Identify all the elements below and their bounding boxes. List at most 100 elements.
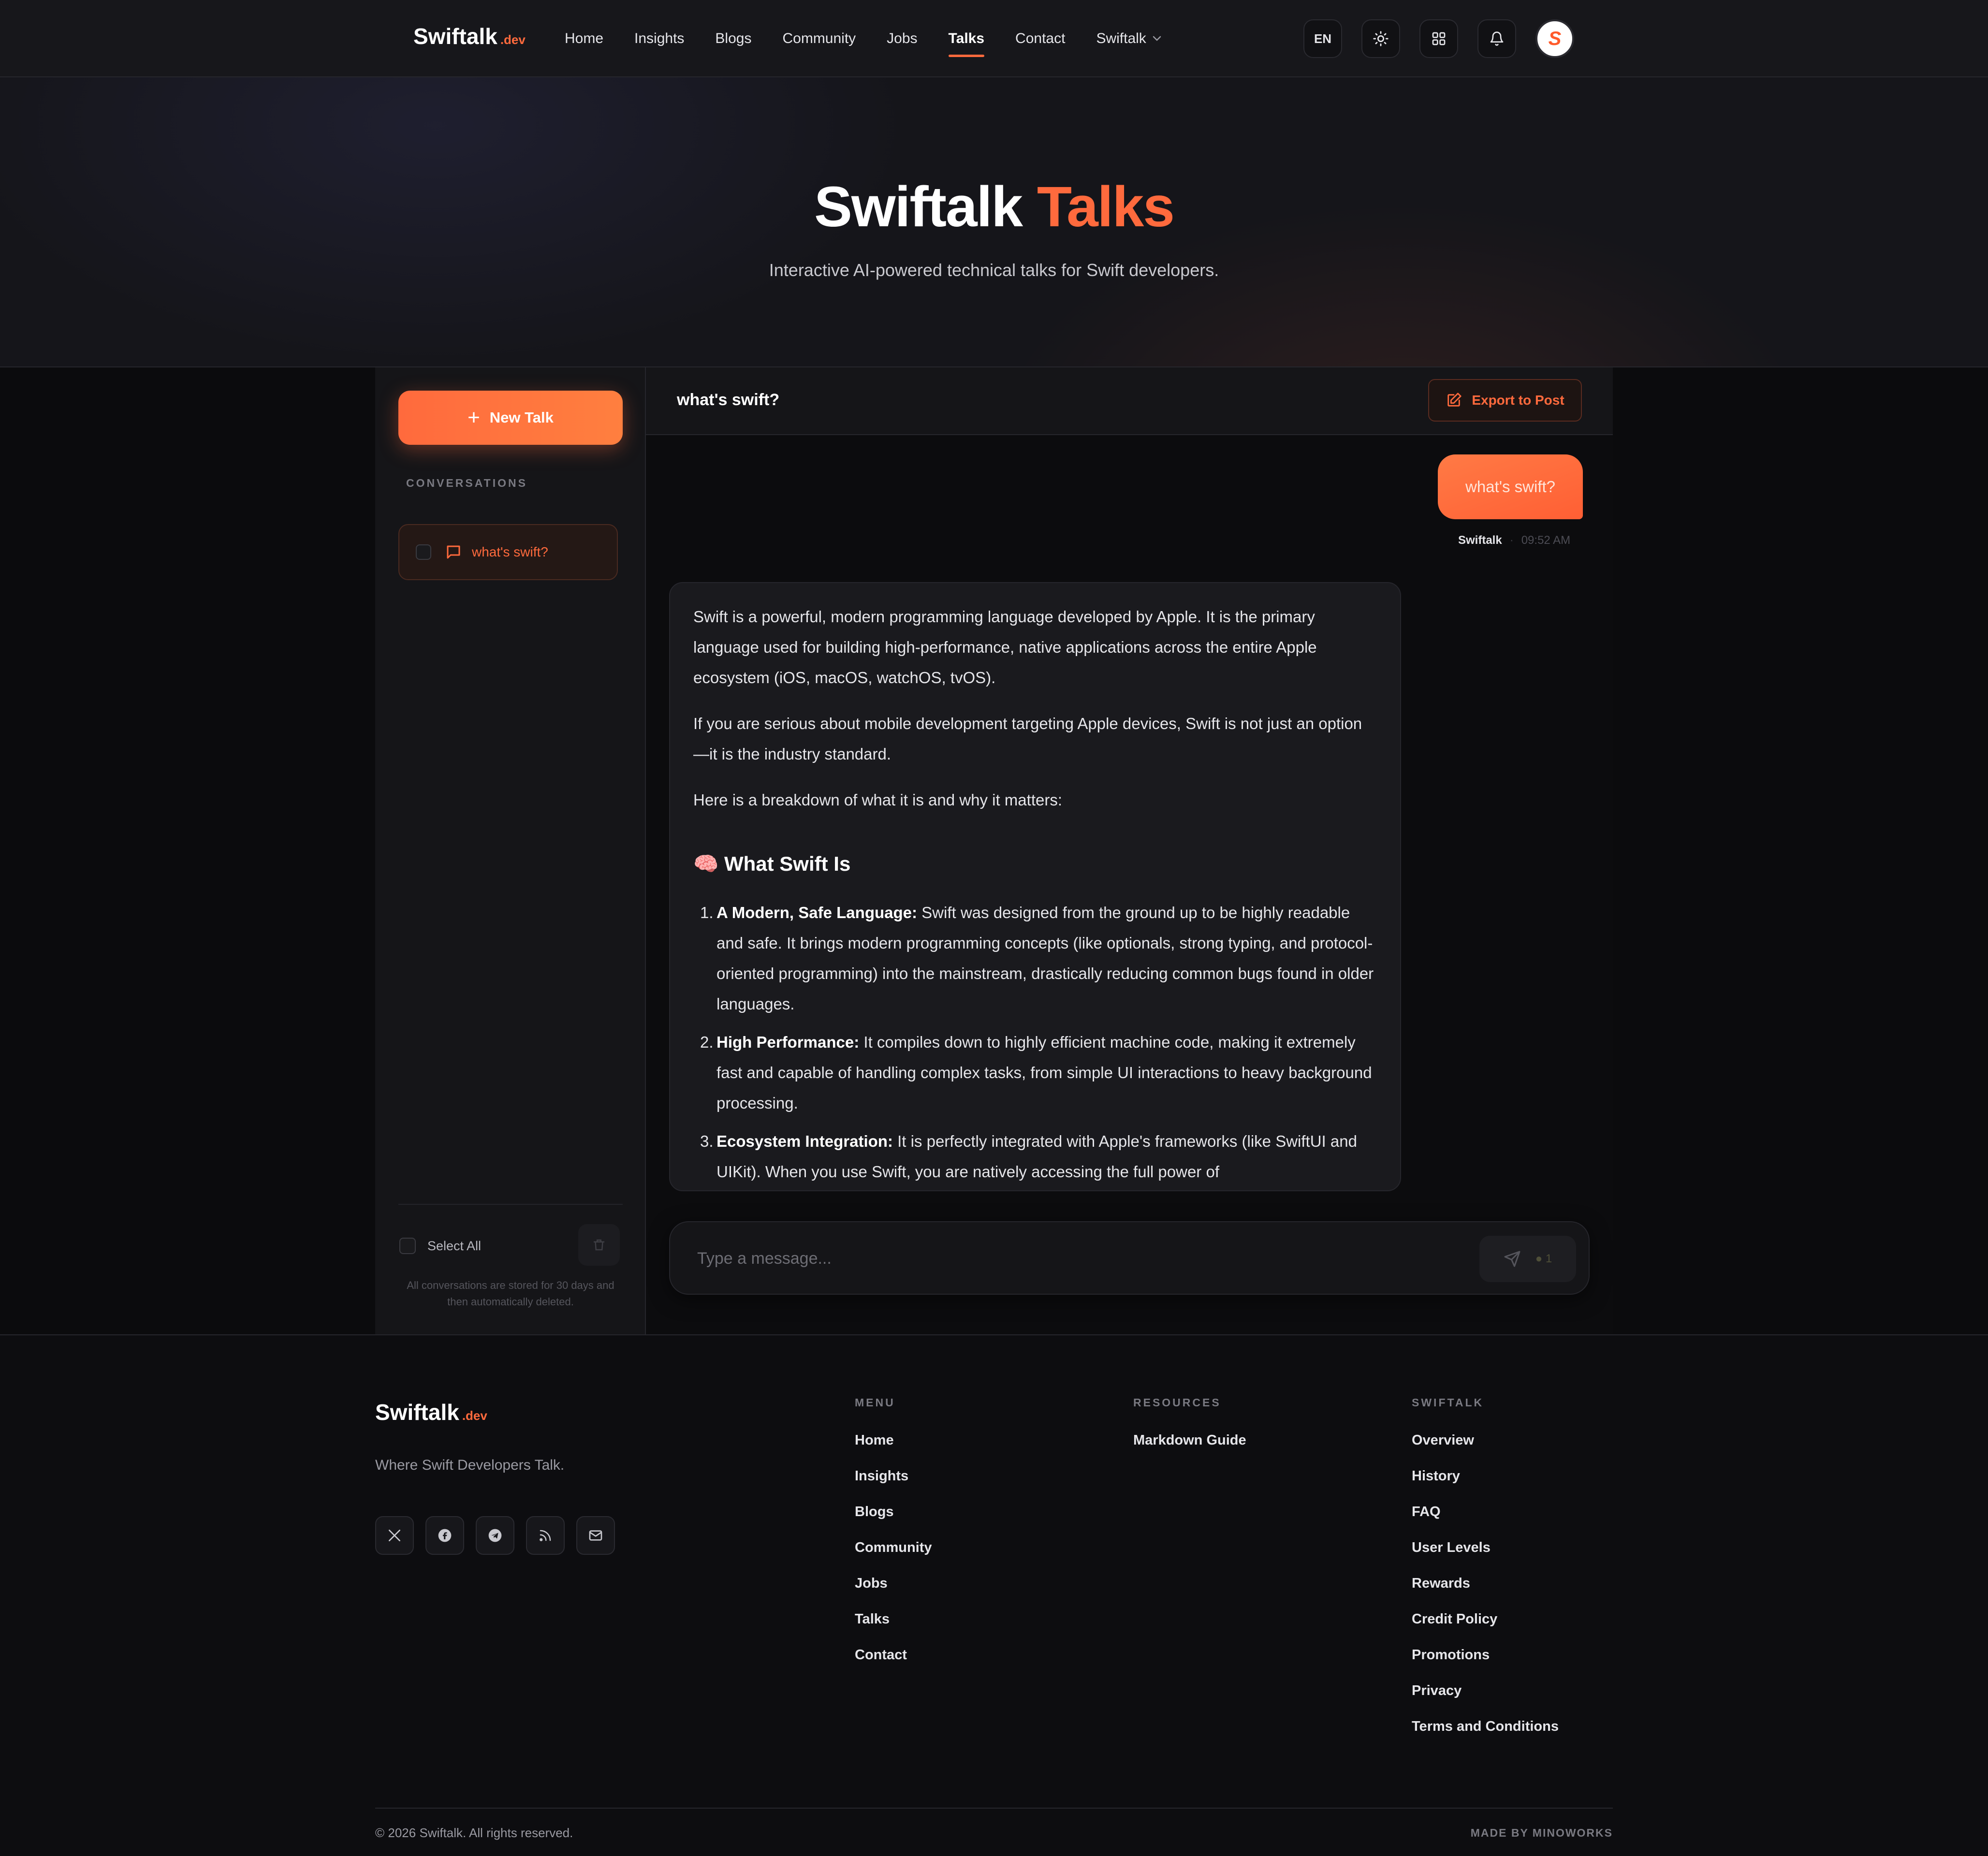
chat-bubble-icon [447,545,460,559]
footer-link-promotions[interactable]: Promotions [1412,1647,1559,1683]
list-item: 1. A Modern, Safe Language: Swift was de… [693,897,1377,1019]
nav-link-home[interactable]: Home [565,0,603,77]
made-by-credit[interactable]: MADE BY MINOWORKS [1450,1827,1613,1840]
notifications-button[interactable] [1477,19,1516,58]
list-item-number: 2. [700,1033,714,1051]
social-mail-button[interactable] [576,1516,615,1555]
nav-link-contact[interactable]: Contact [1015,0,1065,77]
nav-link-insights[interactable]: Insights [634,0,684,77]
footer-brand-logo[interactable]: Swiftalk .dev [375,1399,487,1425]
footer-link-terms[interactable]: Terms and Conditions [1412,1719,1559,1754]
nav-links: Home Insights Blogs Community Jobs Talks… [565,0,1193,77]
chat-header: what's swift? Export to Post [646,367,1613,435]
social-x-button[interactable] [375,1516,414,1555]
social-facebook-button[interactable] [425,1516,464,1555]
answer-heading: 🧠 What Swift Is [693,852,1377,876]
select-all-label: Select All [427,1238,482,1253]
list-item: 3. Ecosystem Integration: It is perfectl… [693,1126,1377,1187]
nav-dropdown-label: Swiftalk [1096,30,1146,46]
avatar-letter: S [1548,28,1562,49]
sun-icon [1373,31,1389,46]
message-input[interactable] [697,1242,1422,1274]
footer-link-markdown-guide[interactable]: Markdown Guide [1133,1432,1246,1468]
nav-link-jobs[interactable]: Jobs [887,0,917,77]
bell-icon [1490,31,1504,46]
footer-link-blogs[interactable]: Blogs [855,1504,932,1540]
rss-icon [540,1530,551,1541]
nav-link-community[interactable]: Community [782,0,856,77]
credit-cost: ● 1 [1535,1252,1552,1266]
chat-title: what's swift? [677,391,780,409]
hero-banner: Swiftalk Talks Interactive AI-powered te… [0,77,1988,367]
conversations-heading: CONVERSATIONS [406,477,527,489]
assistant-message-body: Swift is a powerful, modern programming … [670,583,1400,1187]
footer-link-home[interactable]: Home [855,1432,932,1468]
footer-link-user-levels[interactable]: User Levels [1412,1540,1559,1576]
answer-paragraph: Here is a breakdown of what it is and wh… [693,791,1062,809]
conversations-sidebar: + New Talk CONVERSATIONS what's swift? S… [375,367,646,1334]
footer-link-contact[interactable]: Contact [855,1647,932,1683]
telegram-icon [488,1529,502,1542]
footer-link-talks[interactable]: Talks [855,1611,932,1647]
footer-link-privacy[interactable]: Privacy [1412,1683,1559,1719]
footer-link-insights[interactable]: Insights [855,1468,932,1504]
message-author: Swiftalk [1458,534,1502,547]
brand-tld: .dev [500,32,526,47]
edit-icon [1447,393,1462,407]
retention-note: All conversations are stored for 30 days… [407,1279,614,1308]
page-title-main: Swiftalk [814,175,1023,239]
apps-grid-button[interactable] [1419,19,1458,58]
social-telegram-button[interactable] [476,1516,514,1555]
nav-dropdown-swiftalk[interactable]: Swiftalk [1096,0,1161,77]
top-navigation: Swiftalk .dev Home Insights Blogs Commun… [0,0,1988,77]
footer-link-overview[interactable]: Overview [1412,1432,1559,1468]
nav-link-talks[interactable]: Talks [948,0,984,77]
footer-divider [375,1808,1613,1809]
conversation-title: what's swift? [472,544,548,559]
select-all-control[interactable]: Select All [399,1238,481,1254]
export-to-post-button[interactable]: Export to Post [1428,379,1582,422]
brand-logo[interactable]: Swiftalk .dev [413,23,526,49]
list-item-number: 3. [700,1132,714,1150]
message-time: 09:52 AM [1521,534,1571,547]
footer-link-faq[interactable]: FAQ [1412,1504,1559,1540]
grid-icon [1432,32,1446,45]
new-talk-label: New Talk [489,409,554,426]
social-rss-button[interactable] [526,1516,565,1555]
footer-link-credit-policy[interactable]: Credit Policy [1412,1611,1559,1647]
language-button[interactable]: EN [1303,19,1342,58]
footer-menu-column: MENU Home Insights Blogs Community Jobs … [855,1396,932,1683]
social-links [375,1516,615,1555]
footer-link-jobs[interactable]: Jobs [855,1576,932,1611]
footer-link-history[interactable]: History [1412,1468,1559,1504]
theme-toggle-button[interactable] [1361,19,1400,58]
conversation-checkbox[interactable] [416,544,431,560]
message-composer: ● 1 [669,1221,1590,1295]
chat-panel: what's swift? Export to Post what's swif… [646,367,1613,1334]
site-footer: Swiftalk .dev Where Swift Developers Tal… [0,1334,1988,1856]
copyright-text: © 2026 Swiftalk. All rights reserved. [375,1826,573,1840]
footer-resources-column: RESOURCES Markdown Guide [1133,1396,1246,1468]
nav-link-blogs[interactable]: Blogs [715,0,751,77]
select-all-checkbox[interactable] [399,1238,416,1254]
footer-menu-heading: MENU [855,1396,895,1409]
send-button[interactable]: ● 1 [1479,1236,1576,1282]
list-item-title: A Modern, Safe Language: [716,904,917,921]
new-talk-button[interactable]: + New Talk [398,391,623,445]
list-item: 2. High Performance: It compiles down to… [693,1027,1377,1118]
answer-paragraph: If you are serious about mobile developm… [693,715,1362,763]
x-icon [389,1530,400,1541]
footer-brand-tld: .dev [462,1408,487,1423]
user-avatar[interactable]: S [1535,19,1574,58]
conversation-item[interactable]: what's swift? [398,524,618,580]
page-title-accent: Talks [1037,175,1175,239]
footer-link-rewards[interactable]: Rewards [1412,1576,1559,1611]
footer-tagline: Where Swift Developers Talk. [375,1457,565,1473]
chevron-down-icon [1152,32,1162,45]
footer-link-community[interactable]: Community [855,1540,932,1576]
export-label: Export to Post [1472,393,1564,408]
answer-list: 1. A Modern, Safe Language: Swift was de… [693,897,1377,1187]
list-item-title: High Performance: [716,1033,860,1051]
credit-cost-value: 1 [1545,1252,1552,1265]
delete-selected-button[interactable] [578,1224,620,1266]
